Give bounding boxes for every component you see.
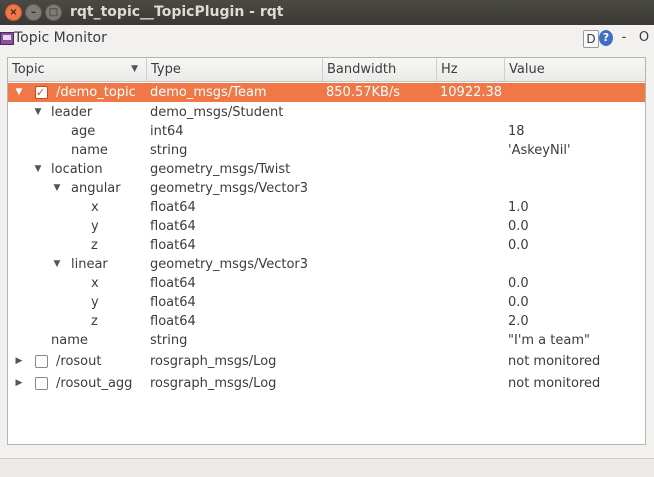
column-header-type[interactable]: Type: [147, 58, 323, 81]
value-cell: 0.0: [508, 219, 529, 234]
plugin-header: Topic Monitor D ? - O: [0, 27, 654, 51]
column-header-value[interactable]: Value: [505, 58, 645, 81]
column-header-hz-label: Hz: [441, 62, 458, 77]
table-row[interactable]: name string 'AskeyNil': [8, 141, 645, 160]
type-cell: float64: [150, 200, 196, 215]
expand-down-icon[interactable]: ▼: [33, 160, 43, 179]
topic-cell: x: [91, 200, 99, 215]
monitor-checkbox[interactable]: [35, 355, 48, 368]
plugin-close-button[interactable]: O: [638, 30, 650, 46]
help-icon[interactable]: ?: [599, 30, 613, 46]
topic-cell: angular: [71, 181, 121, 196]
table-row[interactable]: z float64 0.0: [8, 236, 645, 255]
topic-cell: location: [51, 162, 103, 177]
type-cell: string: [150, 143, 188, 158]
topic-cell: linear: [71, 257, 108, 272]
column-header-value-label: Value: [509, 62, 545, 77]
table-row-demo-topic[interactable]: ▼ /demo_topic demo_msgs/Team 850.57KB/s …: [8, 83, 645, 102]
value-cell: 1.0: [508, 200, 529, 215]
topic-cell: y: [91, 295, 99, 310]
monitor-checkbox[interactable]: [35, 377, 48, 390]
plugin-title: Topic Monitor: [14, 30, 107, 46]
expand-right-icon[interactable]: ▶: [14, 352, 24, 371]
column-header-type-label: Type: [151, 62, 181, 77]
topic-tree[interactable]: Topic ▼ Type Bandwidth Hz Value ▼ /demo_…: [7, 57, 646, 445]
table-row[interactable]: ▼ linear geometry_msgs/Vector3: [8, 255, 645, 274]
value-cell: 0.0: [508, 238, 529, 253]
sort-down-icon: ▼: [131, 64, 138, 74]
topic-cell: leader: [51, 105, 93, 120]
topic-cell: /rosout_agg: [56, 376, 133, 391]
type-cell: rosgraph_msgs/Log: [150, 354, 277, 369]
value-cell: 0.0: [508, 276, 529, 291]
topic-cell: z: [91, 314, 98, 329]
plugin-window-icon: [0, 32, 14, 45]
value-cell: 'AskeyNil': [508, 143, 571, 158]
type-cell: rosgraph_msgs/Log: [150, 376, 277, 391]
expand-down-icon[interactable]: ▼: [52, 255, 62, 274]
table-row-rosout[interactable]: ▶ /rosout rosgraph_msgs/Log not monitore…: [8, 352, 645, 371]
topic-cell: name: [71, 143, 108, 158]
topic-cell: x: [91, 276, 99, 291]
value-cell: 2.0: [508, 314, 529, 329]
column-header-topic-label: Topic: [12, 62, 45, 77]
minimize-window-button[interactable]: –: [25, 4, 42, 21]
value-cell: not monitored: [508, 376, 601, 391]
table-row-rosout-agg[interactable]: ▶ /rosout_agg rosgraph_msgs/Log not moni…: [8, 374, 645, 393]
column-header-bandwidth[interactable]: Bandwidth: [323, 58, 437, 81]
column-header-topic[interactable]: Topic ▼: [8, 58, 147, 81]
table-row[interactable]: ▼ location geometry_msgs/Twist: [8, 160, 645, 179]
value-cell: 18: [508, 124, 525, 139]
type-cell: int64: [150, 124, 184, 139]
plugin-d-button[interactable]: D: [583, 30, 599, 48]
tree-header: Topic ▼ Type Bandwidth Hz Value: [8, 58, 645, 82]
table-row[interactable]: ▼ angular geometry_msgs/Vector3: [8, 179, 645, 198]
table-row[interactable]: ▼ leader demo_msgs/Student: [8, 103, 645, 122]
type-cell: float64: [150, 219, 196, 234]
topic-cell: y: [91, 219, 99, 234]
value-cell: not monitored: [508, 354, 601, 369]
bandwidth-cell: 850.57KB/s: [326, 85, 401, 100]
table-row[interactable]: z float64 2.0: [8, 312, 645, 331]
monitor-checkbox[interactable]: [35, 83, 48, 102]
table-row[interactable]: age int64 18: [8, 122, 645, 141]
topic-cell: z: [91, 238, 98, 253]
topic-cell: /demo_topic: [56, 85, 136, 100]
maximize-window-button[interactable]: □: [45, 4, 62, 21]
table-row[interactable]: x float64 0.0: [8, 274, 645, 293]
expand-down-icon[interactable]: ▼: [33, 103, 43, 122]
type-cell: demo_msgs/Team: [150, 85, 267, 100]
type-cell: demo_msgs/Student: [150, 105, 284, 120]
hz-cell: 10922.38: [440, 85, 503, 100]
type-cell: geometry_msgs/Vector3: [150, 181, 309, 196]
plugin-minimize-button[interactable]: -: [619, 30, 629, 46]
close-window-button[interactable]: ×: [5, 4, 22, 21]
topic-cell: /rosout: [56, 354, 102, 369]
topic-cell: age: [71, 124, 96, 139]
column-header-hz[interactable]: Hz: [437, 58, 505, 81]
table-row[interactable]: y float64 0.0: [8, 293, 645, 312]
value-cell: 0.0: [508, 295, 529, 310]
type-cell: float64: [150, 314, 196, 329]
type-cell: geometry_msgs/Vector3: [150, 257, 309, 272]
column-header-bandwidth-label: Bandwidth: [327, 62, 397, 77]
type-cell: float64: [150, 276, 196, 291]
window-title: rqt_topic__TopicPlugin - rqt: [70, 4, 284, 20]
type-cell: float64: [150, 238, 196, 253]
type-cell: string: [150, 333, 188, 348]
status-bar: [0, 458, 654, 477]
value-cell: "I'm a team": [508, 333, 590, 348]
expand-down-icon[interactable]: ▼: [14, 83, 24, 102]
type-cell: float64: [150, 295, 196, 310]
topic-cell: name: [51, 333, 88, 348]
expand-down-icon[interactable]: ▼: [52, 179, 62, 198]
table-row[interactable]: name string "I'm a team": [8, 331, 645, 350]
title-bar: × – □ rqt_topic__TopicPlugin - rqt: [0, 0, 654, 25]
expand-right-icon[interactable]: ▶: [14, 374, 24, 393]
table-row[interactable]: x float64 1.0: [8, 198, 645, 217]
type-cell: geometry_msgs/Twist: [150, 162, 291, 177]
table-row[interactable]: y float64 0.0: [8, 217, 645, 236]
